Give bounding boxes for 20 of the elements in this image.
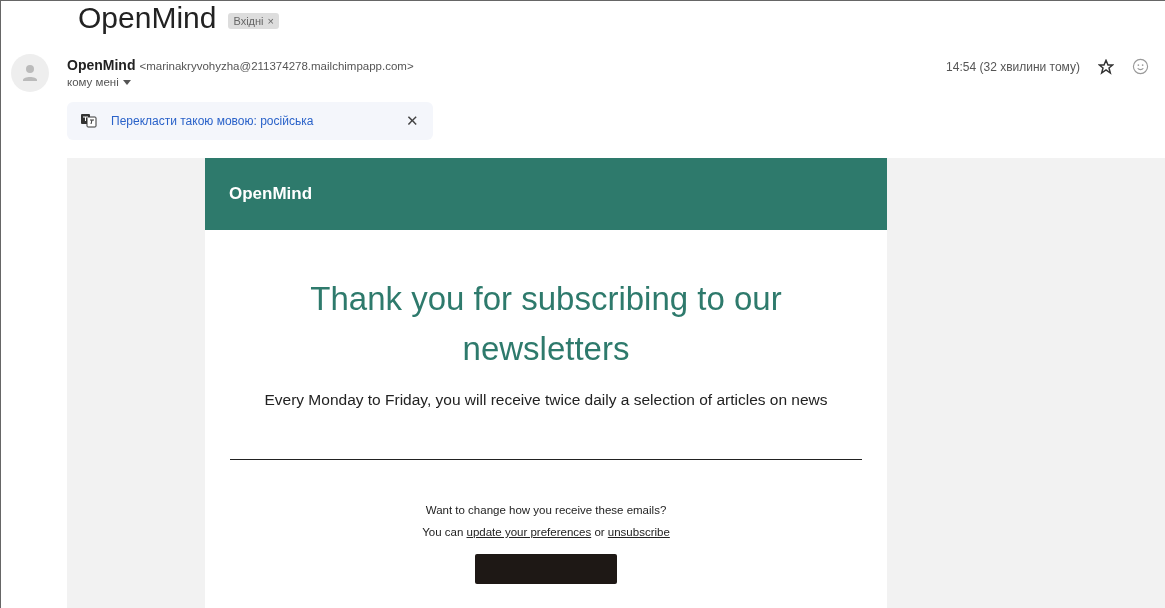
inbox-label[interactable]: Вхідні ×	[228, 13, 279, 29]
sender-address: <marinakryvohyzha@211374278.mailchimpapp.com>	[139, 60, 414, 72]
preferences-link[interactable]: update your preferences	[466, 526, 592, 538]
caret-icon	[122, 79, 131, 85]
unsubscribe-link[interactable]: unsubscribe	[607, 526, 670, 538]
sender-name: OpenMind	[67, 57, 136, 73]
translate-link[interactable]: Перекласти такою мовою: російська	[111, 114, 392, 128]
email-heading: Thank you for subscribing to our newsletters	[309, 279, 783, 369]
recipient-dropdown[interactable]: кому мені	[67, 76, 947, 88]
email-time: 14:54 (32 хвилини тому)	[946, 59, 1080, 74]
avatar-icon	[11, 54, 49, 92]
emoji-button[interactable]	[1132, 58, 1149, 75]
footer-question: Want to change how you receive these emails?	[425, 504, 667, 516]
brand-header: OpenMind	[205, 158, 887, 230]
email-subject: OpenMind	[78, 1, 217, 35]
email-body-text: Every Monday to Friday, you will receive twice daily a selection of articles on news	[264, 391, 828, 409]
translate-icon	[81, 114, 97, 128]
close-button[interactable]: ✕	[406, 112, 419, 130]
star-button[interactable]	[1098, 58, 1114, 75]
footer-sentence: You can update your preferences or unsubscribe	[422, 526, 670, 538]
